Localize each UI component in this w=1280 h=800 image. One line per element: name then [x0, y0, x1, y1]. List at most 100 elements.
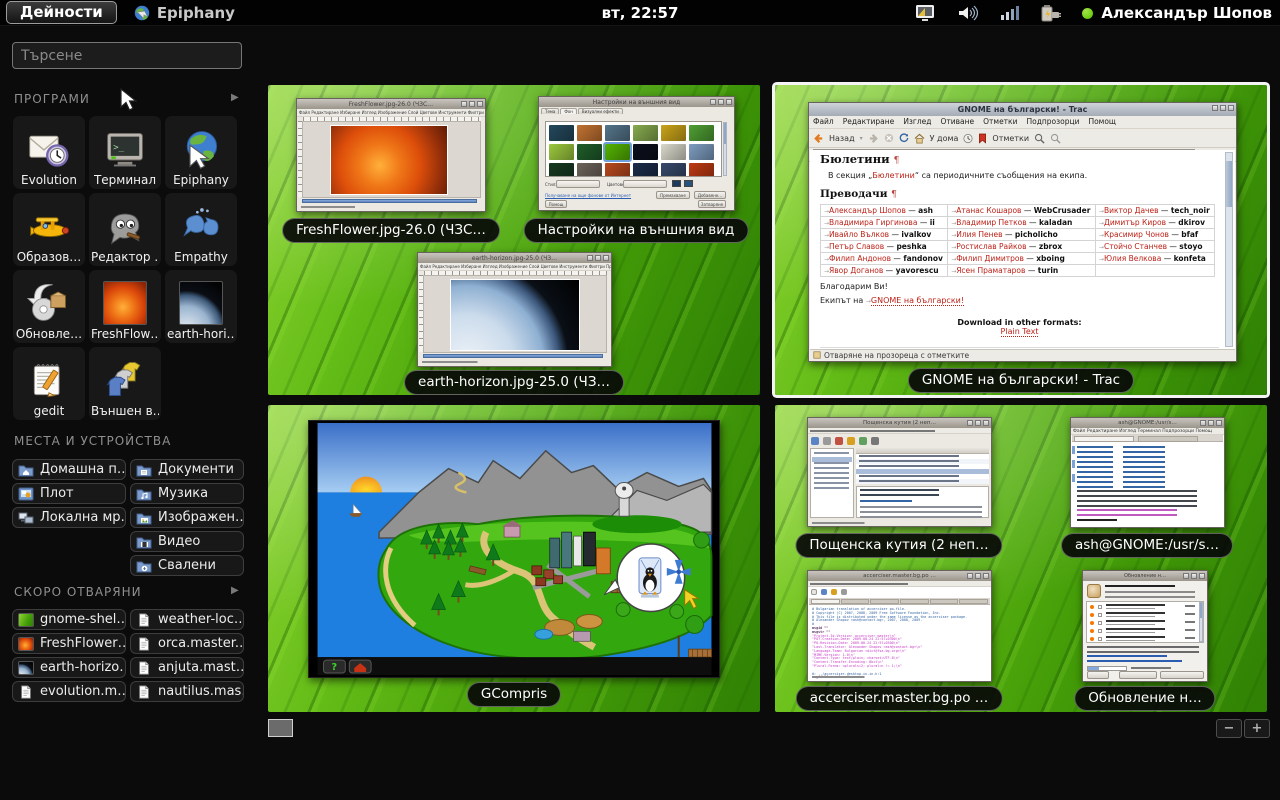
network-signal-icon[interactable]: [998, 4, 1020, 22]
app-tile[interactable]: Empathy: [165, 193, 237, 266]
browser-menu-item[interactable]: Отиване: [940, 117, 974, 126]
programs-expand-icon[interactable]: ▶: [231, 92, 239, 103]
workspace-4[interactable]: Пощенска кутия (2 неп… ash@GN: [775, 405, 1267, 712]
wallpaper-thumbnail[interactable]: [661, 144, 686, 160]
translator-link[interactable]: Юлия Велкова: [1104, 254, 1161, 263]
app-tile[interactable]: Evolution: [13, 116, 85, 189]
remove-button[interactable]: Премахване: [656, 191, 690, 199]
wallpaper-thumbnail[interactable]: [549, 163, 574, 177]
update-row[interactable]: [1089, 628, 1197, 635]
update-manager-window[interactable]: Обновление н…: [1082, 570, 1208, 682]
recent-expand-icon[interactable]: ▶: [231, 585, 239, 596]
translator-link[interactable]: Красимир Чонов: [1104, 230, 1169, 239]
recent-item[interactable]: earth-horizo…: [12, 657, 126, 678]
translator-link[interactable]: Виктор Дачев: [1104, 206, 1159, 215]
appearance-tabs[interactable]: ТемаФонВизуални ефекти: [539, 107, 734, 114]
translator-link[interactable]: Владимир Петков: [956, 218, 1026, 227]
workspace-1[interactable]: FreshFlower.jpg-26.0 (ЧЗС… Файл Редактир…: [268, 85, 760, 395]
wallpaper-thumbnail[interactable]: [577, 125, 602, 141]
battery-icon[interactable]: [1040, 4, 1062, 22]
wallpaper-thumbnail[interactable]: [661, 163, 686, 177]
place-item[interactable]: Плот: [12, 483, 126, 504]
browser-menu-item[interactable]: Отметки: [983, 117, 1017, 126]
browser-scrollbar[interactable]: [1225, 152, 1233, 347]
gimp-freshflower-window[interactable]: FreshFlower.jpg-26.0 (ЧЗС… Файл Редактир…: [296, 98, 486, 212]
bookmarks-button[interactable]: Отметки: [992, 134, 1029, 143]
appearance-window[interactable]: Настройки на външния вид ТемаФонВизуални…: [538, 96, 735, 211]
workspace-2-active[interactable]: GNOME на български! - Trac ФайлРедактира…: [775, 85, 1267, 395]
user-menu[interactable]: Александър Шопов: [1082, 4, 1272, 22]
place-item[interactable]: Свалени: [130, 555, 244, 576]
wallpaper-thumbnail[interactable]: [633, 144, 658, 160]
evolution-mail-window[interactable]: Пощенска кутия (2 неп…: [807, 417, 992, 527]
workspace-add-button[interactable]: +: [1244, 719, 1270, 738]
plain-text-link[interactable]: Plain Text: [1001, 327, 1039, 337]
app-tile[interactable]: Образов…: [13, 193, 85, 266]
wallpaper-thumbnail[interactable]: [633, 163, 658, 177]
app-tile[interactable]: Обновле…: [13, 270, 85, 343]
browser-menu-item[interactable]: Редактиране: [843, 117, 895, 126]
epiphany-browser-window[interactable]: GNOME на български! - Trac ФайлРедактира…: [808, 102, 1237, 362]
clock[interactable]: вт, 22:57: [602, 4, 679, 22]
browser-menu-item[interactable]: Файл: [813, 117, 834, 126]
wallpaper-thumbnail[interactable]: [633, 125, 658, 141]
update-row[interactable]: [1089, 612, 1197, 619]
translator-link[interactable]: Петър Славов: [829, 242, 884, 251]
wallpaper-thumbnail[interactable]: [577, 163, 602, 177]
update-row[interactable]: [1089, 636, 1197, 643]
wallpaper-thumbnail[interactable]: [549, 144, 574, 160]
gedit-window[interactable]: accerciser.master.bg.po … # Bulgarian tr…: [807, 570, 992, 682]
workspace-remove-button[interactable]: −: [1216, 719, 1242, 738]
place-item[interactable]: Документи: [130, 459, 244, 480]
wallpaper-thumbnail[interactable]: [689, 163, 714, 177]
translator-link[interactable]: Ивайло Вълков: [829, 230, 889, 239]
app-tile[interactable]: earth-hori…: [165, 270, 237, 343]
translator-link[interactable]: Александър Шопов: [829, 206, 906, 215]
bulletins-link[interactable]: Бюлетини: [872, 171, 915, 180]
recent-item[interactable]: orca.master.…: [130, 633, 244, 654]
wallpaper-thumbnail[interactable]: [605, 125, 630, 141]
terminal-window[interactable]: ash@GNOME:/usr/s… Файл Редактиране Изгле…: [1070, 417, 1225, 528]
browser-menu-item[interactable]: Изглед: [903, 117, 931, 126]
home-button[interactable]: У дома: [930, 134, 959, 143]
place-item[interactable]: Видео: [130, 531, 244, 552]
recent-item[interactable]: anjuta.mast…: [130, 657, 244, 678]
translator-link[interactable]: Владимира Гиргинова: [829, 218, 917, 227]
app-tile[interactable]: >_Терминал: [89, 116, 161, 189]
wallpaper-thumbnail[interactable]: [689, 144, 714, 160]
app-tile[interactable]: FreshFlow…: [89, 270, 161, 343]
translator-link[interactable]: Стойчо Станчев: [1104, 242, 1167, 251]
activities-button[interactable]: Дейности: [6, 1, 117, 24]
back-button[interactable]: Назад: [829, 134, 855, 143]
recent-item[interactable]: FreshFlower…: [12, 633, 126, 654]
gimp-earth-window[interactable]: earth-horizon.jpg-25.0 (ЧЗ… Файл Редакти…: [417, 252, 612, 367]
add-button[interactable]: Добавяне…: [694, 191, 726, 199]
workspace-3[interactable]: ? GCompris: [268, 405, 760, 712]
translator-link[interactable]: Ростислав Райков: [956, 242, 1026, 251]
recent-item[interactable]: nautilus.mas…: [130, 681, 244, 702]
recent-item[interactable]: gnome-shel…: [12, 609, 126, 630]
place-item[interactable]: Локална мр…: [12, 507, 126, 528]
help-button[interactable]: Помощ: [545, 200, 567, 208]
volume-icon[interactable]: [956, 4, 978, 22]
close-button[interactable]: Затваряне: [698, 200, 726, 208]
search-input[interactable]: [12, 42, 242, 69]
update-row[interactable]: [1089, 604, 1197, 611]
display-settings-icon[interactable]: [914, 4, 936, 22]
wallpaper-thumbnail[interactable]: [605, 144, 630, 160]
wallpaper-thumbnail[interactable]: [605, 163, 630, 177]
wallpaper-thumbnail[interactable]: [549, 125, 574, 141]
translator-link[interactable]: Атанас Кошаров: [956, 206, 1021, 215]
app-tile[interactable]: Редактор …: [89, 193, 161, 266]
team-link[interactable]: GNOME на български!: [871, 296, 964, 306]
place-item[interactable]: Музика: [130, 483, 244, 504]
recent-item[interactable]: weather-loc…: [130, 609, 244, 630]
get-more-backgrounds-link[interactable]: Получаване на още фонове от Интернет: [545, 193, 631, 198]
translator-link[interactable]: Филип Андонов: [829, 254, 891, 263]
wallpaper-thumbnail[interactable]: [577, 144, 602, 160]
translator-link[interactable]: Димитър Киров: [1104, 218, 1166, 227]
app-tile[interactable]: gedit: [13, 347, 85, 420]
app-tile[interactable]: Epiphany: [165, 116, 237, 189]
translator-link[interactable]: Филип Димитров: [956, 254, 1024, 263]
browser-menu-item[interactable]: Помощ: [1088, 117, 1116, 126]
